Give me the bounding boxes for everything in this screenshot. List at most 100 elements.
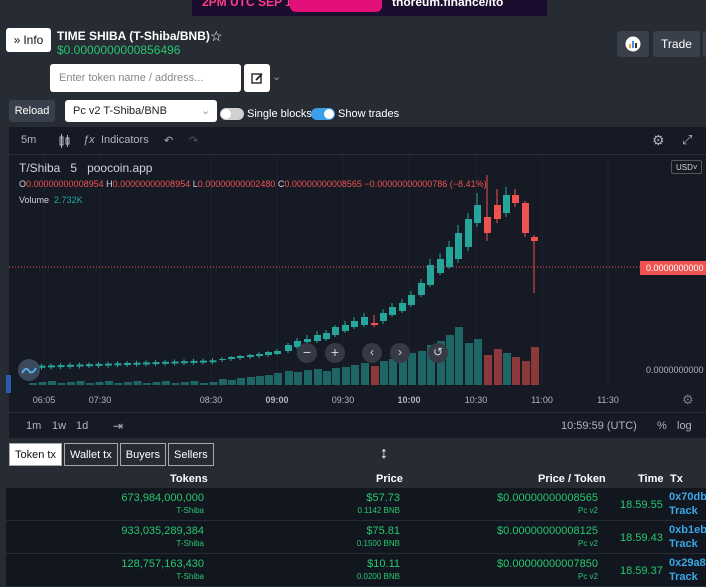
tx-hash-link[interactable]: 0x70db	[669, 491, 706, 503]
range-1w[interactable]: 1w	[52, 420, 66, 432]
scroll-right-button[interactable]: ›	[390, 343, 410, 363]
fullscreen-icon[interactable]: ⤢	[682, 132, 692, 148]
chevron-down-icon[interactable]: ⌄	[272, 70, 281, 83]
candle-body	[114, 363, 122, 366]
candle-body	[247, 355, 254, 357]
chart-source: poocoin.app	[87, 161, 153, 175]
axis-low-label: 0.0000000000	[646, 365, 704, 375]
candle-body	[427, 265, 434, 285]
goto-date-icon[interactable]: ⇥	[113, 419, 123, 433]
col-price-token: Price / Token	[538, 473, 606, 485]
col-tokens: Tokens	[170, 473, 208, 485]
indicators-button[interactable]: Indicators	[101, 134, 149, 146]
token-search-input[interactable]	[50, 64, 210, 92]
side-panel-handle[interactable]	[6, 375, 11, 393]
pair-select[interactable]: Pc v2 T-Shiba/BNB ⌄	[65, 100, 217, 122]
x-tick-label: 06:05	[33, 395, 56, 405]
edit-button[interactable]	[244, 64, 270, 92]
volume-bar	[95, 382, 104, 385]
volume-bar	[455, 327, 463, 385]
volume-bar	[171, 383, 180, 385]
volume-bar	[124, 382, 132, 385]
candle-body	[351, 321, 358, 327]
tx-dex: Pc v2	[577, 539, 598, 548]
candle-body	[124, 363, 131, 365]
tx-track-link[interactable]: Track	[669, 538, 698, 550]
scroll-left-button[interactable]: ‹	[362, 343, 382, 363]
table-row[interactable]: 933,035,289,384 T-Shiba $75.81 0.1500 BN…	[6, 521, 706, 554]
resize-handle-icon[interactable]: ↕	[380, 445, 388, 463]
volume-bar	[361, 363, 369, 385]
range-1d[interactable]: 1d	[76, 420, 88, 432]
volume-value: 2.732K	[54, 195, 83, 205]
table-row[interactable]: 128,757,163,430 T-Shiba $10.11 0.0200 BN…	[6, 554, 706, 587]
ohlc-o-label: O	[19, 179, 27, 189]
chart-plot[interactable]: 06:05 07:30 08:30 09:00 09:30 10:00 10:30 11:00…	[9, 155, 706, 412]
currency-select[interactable]: USD˅	[671, 160, 702, 174]
candle-body	[408, 295, 415, 305]
volume-bar	[446, 335, 454, 385]
trade-button[interactable]: Trade	[653, 31, 700, 57]
chart-bottom-bar: 1m 1w 1d ⇥ 10:59:59 (UTC) % log	[9, 412, 706, 438]
zoom-in-button[interactable]: +	[325, 343, 345, 363]
tx-hash-link[interactable]: 0x29a8	[669, 557, 706, 569]
tx-track-link[interactable]: Track	[669, 571, 698, 583]
reload-button[interactable]: Reload	[9, 100, 55, 122]
chevron-down-icon: ⌄	[201, 105, 211, 117]
candle-body	[465, 219, 472, 247]
tx-bnb: 0.1142 BNB	[357, 506, 400, 515]
candle-body	[162, 361, 169, 364]
undo-icon[interactable]: ↶	[164, 134, 173, 147]
volume-bar	[247, 377, 255, 385]
tab-buyers[interactable]: Buyers	[119, 443, 166, 466]
volume-bar	[531, 347, 539, 385]
tx-hash-link[interactable]: 0xb1eb	[669, 524, 706, 536]
tx-table: 673,984,000,000 T-Shiba $57.73 0.1142 BN…	[6, 488, 706, 587]
tx-time: 18.59.55	[620, 499, 663, 511]
reset-chart-icon[interactable]: ↺	[428, 343, 448, 363]
double-chevron-right-icon: »	[13, 33, 21, 47]
tab-wallet-tx[interactable]: Wallet tx	[63, 443, 118, 466]
volume-bar	[285, 371, 293, 385]
col-tx: Tx	[670, 473, 683, 485]
zoom-out-button[interactable]: −	[297, 343, 317, 363]
info-button[interactable]: » Info	[6, 28, 51, 52]
x-tick-label: 09:30	[332, 395, 355, 405]
volume-bar	[389, 359, 397, 385]
show-trades-toggle[interactable]	[311, 108, 335, 120]
interval-button[interactable]: 5m	[21, 134, 36, 146]
redo-icon[interactable]: ↷	[189, 134, 198, 147]
volume-bar	[237, 378, 245, 385]
candle-body	[531, 237, 538, 241]
axis-settings-gear-icon[interactable]: ⚙	[682, 392, 694, 408]
volume-bar	[143, 383, 151, 385]
volume-bar	[342, 367, 350, 385]
banner-right-text: thoreum.finance/ito	[392, 0, 504, 9]
promo-banner[interactable]: 2PM UTC SEP 12 thoreum.finance/ito	[192, 0, 547, 16]
tab-token-tx[interactable]: Token tx	[9, 443, 62, 466]
tx-dex: Pc v2	[577, 506, 598, 515]
tx-token-symbol: T-Shiba	[176, 506, 204, 515]
table-row[interactable]: 673,984,000,000 T-Shiba $57.73 0.1142 BN…	[6, 488, 706, 521]
tab-sellers[interactable]: Sellers	[167, 443, 214, 466]
tx-price: $57.73	[366, 492, 400, 504]
tx-table-header: Tokens Price Price / Token Time Tx	[6, 470, 706, 488]
ohlc-line: O0.00000000008954 H0.00000000008954 L0.0…	[19, 179, 487, 189]
volume-bar	[190, 381, 199, 385]
tx-tokens: 933,035,289,384	[121, 525, 204, 537]
tradingview-logo-icon[interactable]	[18, 359, 40, 381]
log-toggle[interactable]: log	[677, 420, 692, 432]
token-search[interactable]: ⌄	[50, 64, 281, 92]
percent-toggle[interactable]: %	[657, 420, 667, 432]
tx-track-link[interactable]: Track	[669, 505, 698, 517]
candle-body	[181, 361, 188, 364]
single-blocks-toggle[interactable]	[220, 108, 244, 120]
range-1m[interactable]: 1m	[26, 420, 41, 432]
gear-icon[interactable]: ⚙	[652, 132, 665, 149]
candle-type-icon[interactable]	[59, 134, 71, 148]
price-chart[interactable]: 5m ƒx Indicators ↶ ↷ ⚙ ⤢ 06:05 07:30 08:30…	[6, 127, 706, 438]
star-icon[interactable]: ☆	[210, 28, 223, 45]
chart-view-button[interactable]	[617, 31, 649, 57]
volume-bar	[351, 365, 359, 385]
token-title: TIME SHIBA (T-Shiba/BNB)	[57, 29, 210, 43]
